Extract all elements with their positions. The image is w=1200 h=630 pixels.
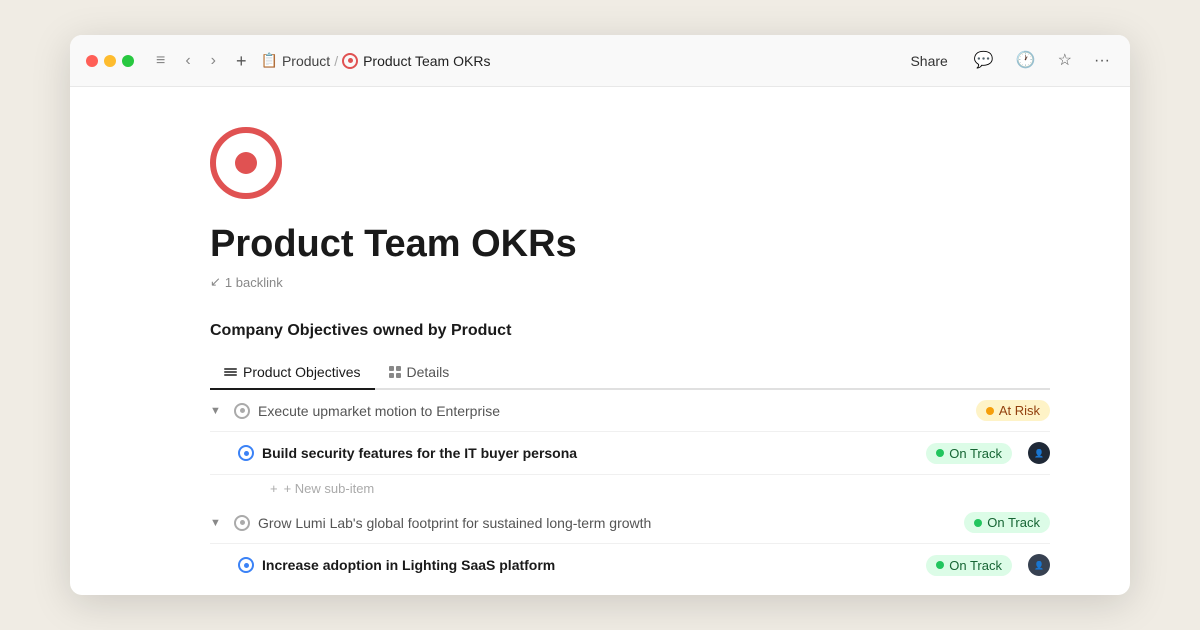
breadcrumb: 📋 Product / Product Team OKRs — [261, 52, 491, 69]
avatar-1-1: 👤 — [1028, 442, 1050, 464]
maximize-button[interactable] — [122, 55, 134, 67]
hamburger-menu-button[interactable]: ≡ — [150, 49, 171, 73]
objective-target-icon-2 — [234, 515, 250, 531]
breadcrumb-product-link[interactable]: 📋 Product — [261, 52, 331, 69]
tabs-container: Product Objectives Details — [210, 356, 1050, 390]
new-subitem-label-1: + New sub-item — [284, 481, 375, 496]
more-options-button[interactable]: ··· — [1090, 49, 1114, 73]
titlebar: ≡ ‹ › + 📋 Product / Product Team OKRs Sh… — [70, 35, 1130, 87]
objective-target-icon-1-1 — [238, 445, 254, 461]
objective-text-1: Execute upmarket motion to Enterprise — [258, 403, 968, 419]
page-title: Product Team OKRs — [210, 223, 1050, 266]
objective-target-icon-2-1 — [238, 557, 254, 573]
close-button[interactable] — [86, 55, 98, 67]
objective-target-icon-1 — [234, 403, 250, 419]
page-target-icon-small — [342, 53, 358, 69]
breadcrumb-product-label: Product — [282, 53, 330, 69]
titlebar-actions: Share 💬 🕐 ☆ ··· — [902, 49, 1114, 73]
plus-icon-1: + — [270, 481, 278, 496]
list-icon — [224, 368, 237, 376]
minimize-button[interactable] — [104, 55, 116, 67]
status-badge-on-track-1: On Track — [926, 443, 1012, 464]
product-emoji-icon: 📋 — [261, 52, 278, 69]
objective-row-1-1: Build security features for the IT buyer… — [210, 432, 1050, 475]
status-dot-1 — [986, 407, 994, 415]
forward-button[interactable]: › — [205, 49, 222, 73]
chevron-down-icon-1[interactable]: ▼ — [210, 405, 226, 417]
grid-icon — [389, 366, 401, 378]
objective-row-2-1: Increase adoption in Lighting SaaS platf… — [210, 544, 1050, 586]
status-badge-on-track-3: On Track — [926, 555, 1012, 576]
page-content: Product Team OKRs ↙ 1 backlink Company O… — [70, 87, 1130, 595]
app-window: ≡ ‹ › + 📋 Product / Product Team OKRs Sh… — [70, 35, 1130, 595]
section-heading: Company Objectives owned by Product — [210, 322, 1050, 340]
status-badge-at-risk-1: At Risk — [976, 400, 1050, 421]
objective-text-2-1: Increase adoption in Lighting SaaS platf… — [262, 557, 918, 573]
chevron-down-icon-2[interactable]: ▼ — [210, 517, 226, 529]
tab-product-objectives[interactable]: Product Objectives — [210, 356, 375, 390]
status-label-1-1: On Track — [949, 446, 1002, 461]
traffic-lights — [86, 55, 134, 67]
status-dot-2-1 — [936, 561, 944, 569]
objectives-list: ▼ Execute upmarket motion to Enterprise … — [210, 390, 1050, 586]
backlink[interactable]: ↙ 1 backlink — [210, 274, 1050, 290]
objective-text-1-1: Build security features for the IT buyer… — [262, 445, 918, 461]
backlink-arrow-icon: ↙ — [210, 274, 221, 290]
objective-text-2: Grow Lumi Lab's global footprint for sus… — [258, 515, 956, 531]
comments-button[interactable]: 💬 — [970, 49, 998, 73]
status-label-2: On Track — [987, 515, 1040, 530]
back-button[interactable]: ‹ — [179, 49, 196, 73]
page-icon-large — [210, 127, 282, 199]
breadcrumb-current-label: Product Team OKRs — [363, 53, 490, 69]
share-button[interactable]: Share — [902, 49, 955, 73]
status-badge-on-track-2: On Track — [964, 512, 1050, 533]
status-dot-2 — [974, 519, 982, 527]
backlink-text: 1 backlink — [225, 275, 283, 290]
breadcrumb-current-page: Product Team OKRs — [342, 53, 490, 69]
breadcrumb-separator: / — [334, 53, 338, 69]
status-label-2-1: On Track — [949, 558, 1002, 573]
add-button[interactable]: + — [230, 48, 253, 74]
favorite-button[interactable]: ☆ — [1054, 49, 1076, 73]
tab-details[interactable]: Details — [375, 356, 464, 390]
tab-details-label: Details — [407, 364, 450, 380]
tab-product-objectives-label: Product Objectives — [243, 364, 361, 380]
status-label-1: At Risk — [999, 403, 1040, 418]
history-button[interactable]: 🕐 — [1012, 49, 1040, 73]
avatar-2-1: 👤 — [1028, 554, 1050, 576]
objective-row-1: ▼ Execute upmarket motion to Enterprise … — [210, 390, 1050, 432]
status-dot-1-1 — [936, 449, 944, 457]
new-subitem-button-1[interactable]: + + New sub-item — [210, 475, 1050, 502]
objective-row-2: ▼ Grow Lumi Lab's global footprint for s… — [210, 502, 1050, 544]
